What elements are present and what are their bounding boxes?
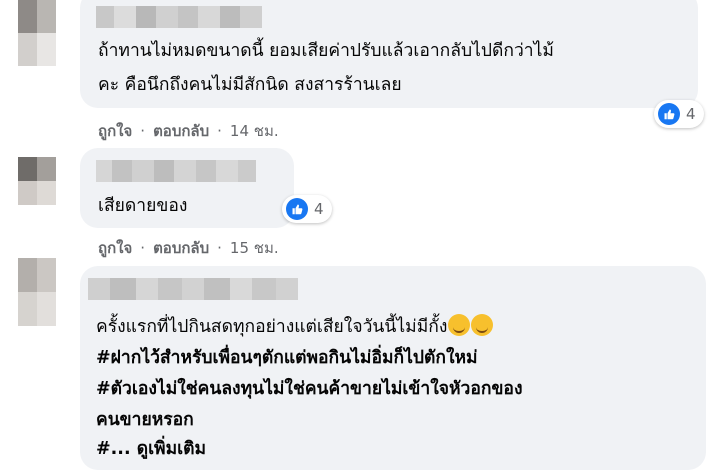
comment-actions: ถูกใจ · ตอบกลับ · 14 ชม. [98, 119, 279, 143]
reaction-count: 4 [314, 200, 324, 218]
hashtag-line[interactable]: #ตัวเองไม่ใช่คนลงทุนไม่ใช่คนค้าขายไม่เข้… [96, 374, 523, 404]
smiling-emoji [471, 314, 494, 336]
reply-button[interactable]: ตอบกลับ [153, 119, 209, 143]
reaction-summary[interactable]: 4 [654, 100, 704, 128]
separator: · [217, 239, 222, 257]
comment-actions: ถูกใจ · ตอบกลับ · 15 ชม. [98, 236, 279, 260]
commenter-name[interactable] [88, 278, 298, 300]
commenter-name[interactable] [96, 6, 262, 28]
laughing-crying-emoji [448, 314, 471, 336]
comment-text-line: เสียดายของ [98, 196, 188, 216]
truncated-hashtag: #... [96, 439, 131, 459]
like-icon [286, 198, 308, 220]
comment-text: ครั้งแรกที่ไปกินสดทุกอย่างแต่เสียใจวันนี… [96, 317, 448, 337]
reply-button[interactable]: ตอบกลับ [153, 236, 209, 260]
hashtag-line[interactable]: คนขายหรอก [96, 405, 194, 435]
hashtag-line[interactable]: #ฝากไว้สำหรับเพื่อนๆตักแต่พอกินไม่อิ่มก็… [96, 343, 478, 373]
comment-text-line: ครั้งแรกที่ไปกินสดทุกอย่างแต่เสียใจวันนี… [96, 312, 494, 342]
like-button[interactable]: ถูกใจ [98, 236, 132, 260]
avatar[interactable] [18, 157, 56, 205]
avatar[interactable] [18, 0, 56, 66]
reaction-summary[interactable]: 4 [282, 195, 332, 223]
commenter-name[interactable] [96, 160, 256, 182]
separator: · [217, 122, 222, 140]
comment-thread: ถ้าทานไม่หมดขนาดนี้ ยอมเสียค่าปรับแล้วเอ… [0, 0, 711, 470]
comment-text-line: ถ้าทานไม่หมดขนาดนี้ ยอมเสียค่าปรับแล้วเอ… [98, 41, 554, 61]
see-more-line: #... ดูเพิ่มเติม [96, 434, 206, 464]
see-more-link[interactable]: ดูเพิ่มเติม [137, 439, 206, 459]
avatar[interactable] [18, 258, 56, 326]
timestamp[interactable]: 15 ชม. [230, 236, 279, 260]
separator: · [140, 122, 146, 140]
like-icon [658, 103, 680, 125]
comment-text-line: คะ คือนึกถึงคนไม่มีสักนิด สงสารร้านเลย [98, 75, 402, 95]
separator: · [140, 239, 146, 257]
like-button[interactable]: ถูกใจ [98, 119, 132, 143]
timestamp[interactable]: 14 ชม. [230, 119, 279, 143]
reaction-count: 4 [686, 105, 696, 123]
